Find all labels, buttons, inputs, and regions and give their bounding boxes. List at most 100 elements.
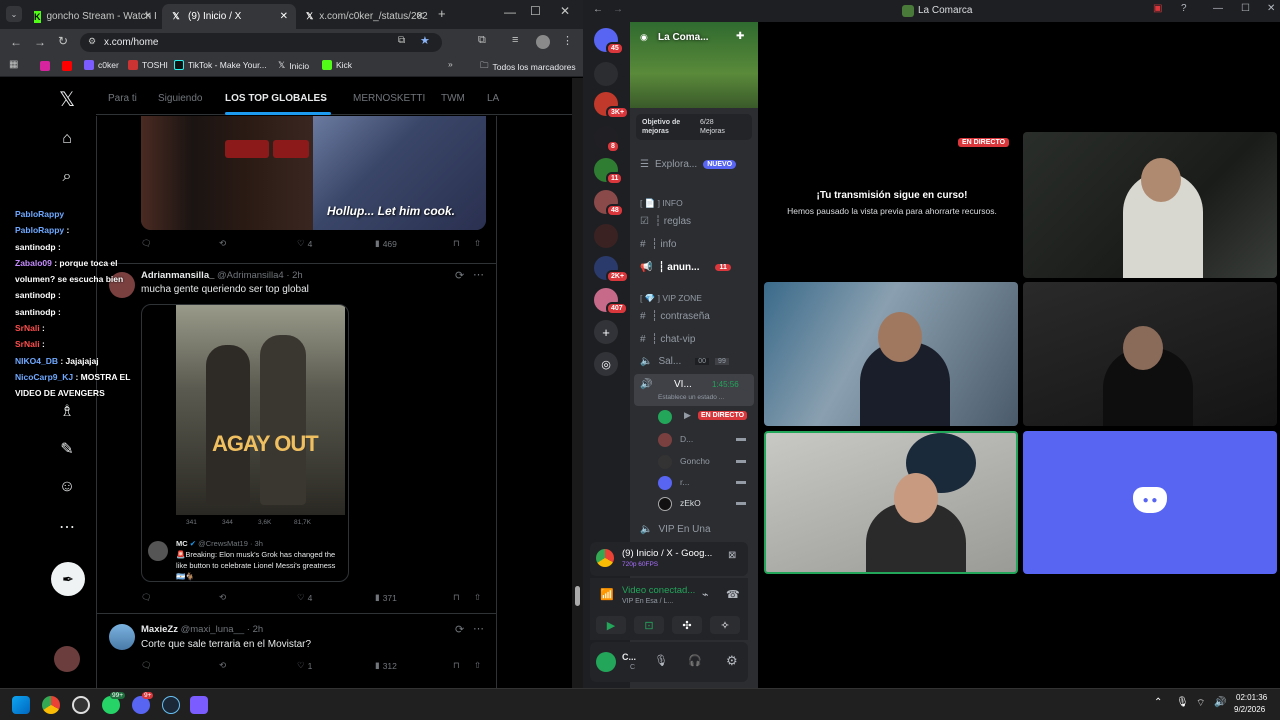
close-icon[interactable]: ✕ xyxy=(144,11,152,22)
tab-search-button[interactable]: ⌄ xyxy=(6,6,22,22)
forward-icon[interactable]: → xyxy=(613,4,623,15)
tab-top-globales[interactable]: LOS TOP GLOBALES xyxy=(225,93,327,104)
x-logo-icon[interactable]: 𝕏 xyxy=(56,88,78,111)
discord-placeholder-tile[interactable]: ● ● xyxy=(1023,431,1277,574)
close-icon[interactable]: ✕ xyxy=(416,11,424,22)
invite-icon[interactable]: ✚ xyxy=(736,31,744,42)
quoted-tweet[interactable]: MC ✔ @CrewsMat19 · 3h 🚨Breaking: Elon mu… xyxy=(146,539,346,581)
close-window-button[interactable]: ✕ xyxy=(560,4,570,18)
forward-icon[interactable]: → xyxy=(34,35,46,49)
new-tab-button[interactable]: + xyxy=(438,6,446,21)
apps-icon[interactable]: ▦ xyxy=(9,59,18,70)
share-icon[interactable]: ⇧ xyxy=(474,660,481,671)
bookmark-icon[interactable]: ⊓ xyxy=(453,660,460,671)
share-icon[interactable]: ⇧ xyxy=(474,592,481,603)
server-header[interactable]: ◉ La Coma... ✚ xyxy=(630,22,758,108)
lists-icon[interactable]: ✎ xyxy=(56,438,78,460)
more-icon[interactable]: ⋯ xyxy=(56,516,78,538)
maximize-button[interactable]: ☐ xyxy=(1241,3,1250,14)
activities-button[interactable]: ✣ xyxy=(672,616,702,634)
install-icon[interactable]: ⧉ xyxy=(398,35,405,46)
views-button[interactable]: ▮ 469 xyxy=(375,238,397,249)
webcam-tile[interactable] xyxy=(1023,132,1277,278)
scrollbar[interactable] xyxy=(572,78,583,688)
webcam-tile[interactable] xyxy=(1023,282,1277,426)
bookmark-toshi[interactable]: TOSHI xyxy=(128,60,168,70)
all-bookmarks-folder[interactable]: 🗀 Todos los marcadores xyxy=(480,60,576,74)
tweet[interactable]: MaxieZz @maxi_luna__ · 2h ⟳ ⋯ Corte que … xyxy=(97,614,496,688)
camera-button[interactable]: ▶ xyxy=(596,616,626,634)
author-handle[interactable]: @Adrimansilla4 xyxy=(217,270,284,281)
chrome-icon[interactable] xyxy=(42,696,60,714)
webcam-tile[interactable] xyxy=(764,282,1018,426)
chat-username[interactable]: NIKO4_DB xyxy=(15,356,58,366)
soundboard-button[interactable]: ✧ xyxy=(710,616,740,634)
voice-user[interactable]: Goncho ▬ xyxy=(658,453,754,471)
discover-icon[interactable]: ◎ xyxy=(594,352,618,376)
instagram-icon[interactable] xyxy=(40,61,50,71)
minimize-button[interactable]: — xyxy=(1213,3,1223,14)
obs-icon[interactable] xyxy=(72,696,90,714)
tab-para-ti[interactable]: Para ti xyxy=(108,93,137,104)
webcam-tile-speaking[interactable] xyxy=(764,431,1018,574)
chat-username[interactable]: SrNali xyxy=(15,323,40,333)
voice-channel-active[interactable]: 🔊 VI... 1:45:56 Establece un estado ... xyxy=(634,374,754,406)
youtube-icon[interactable] xyxy=(62,61,72,71)
chat-username[interactable]: SrNali xyxy=(15,339,40,349)
tab-mernosketti[interactable]: MERNOSKETTI xyxy=(353,93,425,104)
reply-icon[interactable]: 🗨 xyxy=(141,592,152,603)
voice-user[interactable]: D... ▬ xyxy=(658,431,754,449)
tab-x-status[interactable]: 𝕏 x.com/c0ker_/status/202 ✕ xyxy=(298,4,432,29)
author-handle[interactable]: @maxi_luna__ xyxy=(181,624,245,635)
noise-suppression-icon[interactable]: ⌁ xyxy=(702,588,709,601)
cai-server-icon[interactable] xyxy=(594,62,618,86)
tweet[interactable]: Hollup... Let him cook. 🗨 ⟲ ♡ 4 ▮ 469 ⊓ ⇧ xyxy=(97,116,496,264)
category-info[interactable]: [ 📄 ] INFO xyxy=(640,198,683,209)
more-bookmarks-icon[interactable]: » xyxy=(448,59,453,69)
chat-username[interactable]: Zabalo09 xyxy=(15,258,52,268)
chat-username[interactable]: santinodp xyxy=(15,242,56,252)
tab-siguiendo[interactable]: Siguiendo xyxy=(158,93,202,104)
views-button[interactable]: ▮ 371 xyxy=(375,592,397,603)
boost-progress[interactable]: Objetivo de mejoras 6/28 Mejoras xyxy=(636,114,752,140)
more-options-icon[interactable]: ⋯ xyxy=(473,268,484,281)
views-button[interactable]: ▮ 312 xyxy=(375,660,397,671)
reply-icon[interactable]: 🗨 xyxy=(141,238,152,249)
stream-card[interactable]: (9) Inicio / X - Goog... 720p 60FPS ⊠ xyxy=(590,542,748,576)
author-name[interactable]: MaxieZz xyxy=(141,624,178,635)
bookmark-star-icon[interactable]: ★ xyxy=(420,34,430,47)
stop-stream-icon[interactable]: ⊠ xyxy=(728,550,736,561)
voice-user[interactable]: zEkO ▬ xyxy=(658,495,754,513)
back-icon[interactable]: ← xyxy=(593,4,603,15)
home-icon[interactable]: ⌂ xyxy=(56,128,78,150)
bookmark-c0ker[interactable]: c0ker xyxy=(84,60,119,70)
headphones-icon[interactable]: 🎧 xyxy=(688,654,702,667)
bookmark-tiktok[interactable]: TikTok - Make Your... xyxy=(174,60,267,70)
stream-tile-paused[interactable]: EN DIRECTO ¡Tu transmisión sigue en curs… xyxy=(764,132,1020,278)
clock-date[interactable]: 9/2/2026 xyxy=(1234,705,1265,714)
screen-share-button[interactable]: ⊡ xyxy=(634,616,664,634)
user-avatar[interactable] xyxy=(596,652,616,672)
tab-x-home[interactable]: 𝕏 (9) Inicio / X ✕ xyxy=(162,4,296,29)
tweet-image[interactable]: Hollup... Let him cook. xyxy=(141,116,486,230)
explore-channels[interactable]: ☰ Explora... NUEVO xyxy=(640,159,737,170)
grok-icon[interactable]: ♗ xyxy=(56,400,78,422)
site-info-icon[interactable]: ⚙ xyxy=(88,36,96,47)
voice-channel-vip-en-una[interactable]: 🔈 VIP En Una xyxy=(640,524,711,535)
maximize-button[interactable]: ☐ xyxy=(530,4,541,18)
windows-start-icon[interactable] xyxy=(12,696,30,714)
bookmark-inicio[interactable]: 𝕏 Inicio xyxy=(278,60,309,71)
scroll-thumb[interactable] xyxy=(575,586,580,606)
chat-username[interactable]: PabloRappy xyxy=(15,225,64,235)
help-icon[interactable]: ? xyxy=(1181,3,1187,14)
channel-info[interactable]: # ┆ info xyxy=(640,239,676,250)
close-window-button[interactable]: ✕ xyxy=(1267,3,1275,14)
retweet-icon[interactable]: ⟲ xyxy=(219,238,226,249)
like-button[interactable]: ♡ 4 xyxy=(297,238,312,249)
voice-user[interactable]: r... ▬ xyxy=(658,474,754,492)
like-button[interactable]: ♡ 4 xyxy=(297,592,312,603)
menu-icon[interactable]: ⋮ xyxy=(562,34,573,47)
chat-username[interactable]: PabloRappy xyxy=(15,209,64,219)
post-button[interactable]: ✒ xyxy=(51,562,85,596)
server-icon[interactable] xyxy=(594,224,618,248)
